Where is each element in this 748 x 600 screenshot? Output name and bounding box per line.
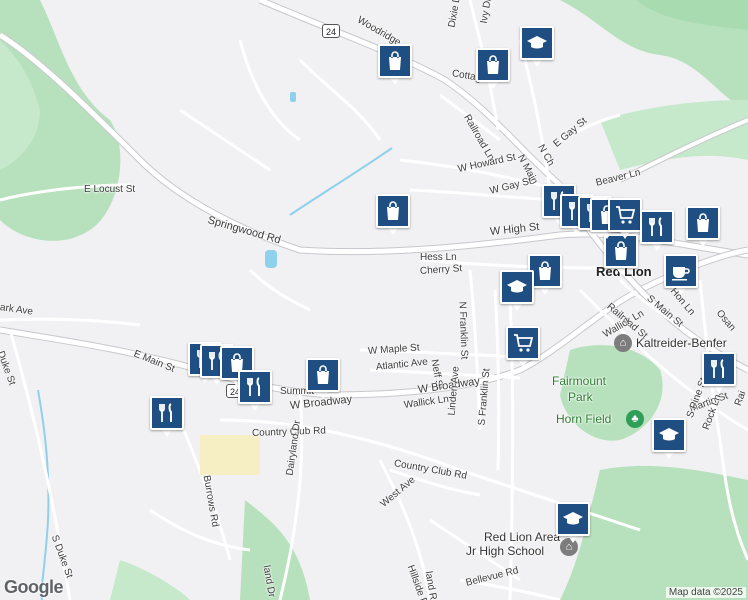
map-marker-coffee[interactable] [664,254,698,296]
place-label-school: Jr High School [466,544,545,558]
map-marker-restaurant[interactable] [702,352,736,394]
school-icon [561,507,585,531]
map-base-layer [0,0,748,600]
shopping-cart-icon [511,331,535,355]
school-icon [505,275,529,299]
map-marker-shopping-cart[interactable] [506,326,540,368]
map-marker-school[interactable] [500,270,534,312]
shopping-bag-icon [311,363,335,387]
shopping-bag-icon [481,53,505,77]
restaurant-icon [243,375,267,399]
street-label: E Locust St [84,184,136,195]
place-label-horn-field[interactable]: Horn Field [556,412,611,426]
place-label-park: Park [568,390,593,404]
map-marker-school[interactable] [556,502,590,544]
landmark-icon: ⌂ [614,334,632,352]
google-logo: Google [4,577,64,597]
school-icon [657,423,681,447]
coffee-icon [669,259,693,283]
map-attribution[interactable]: Map data ©2025 [665,587,746,598]
map-marker-school[interactable] [652,418,686,460]
map-marker-school[interactable] [520,26,554,68]
shopping-bag-icon [691,211,715,235]
map-marker-shopping-bag[interactable] [378,44,412,86]
shopping-bag-icon [609,239,633,263]
map-marker-shopping-bag[interactable] [604,234,638,276]
shopping-bag-icon [381,199,405,223]
restaurant-icon [645,215,669,239]
restaurant-icon [707,357,731,381]
map-canvas[interactable]: 24 24 Woodridge Dixie Dr Ivy Dr Cottage … [0,0,748,600]
map-marker-shopping-bag[interactable] [376,194,410,236]
map-marker-shopping-cart[interactable] [608,198,642,240]
map-marker-restaurant[interactable] [640,210,674,252]
place-label-kaltreider[interactable]: Kaltreider-Benfer [636,336,727,350]
shopping-bag-icon [383,49,407,73]
map-marker-shopping-bag[interactable] [306,358,340,400]
map-marker-shopping-bag[interactable] [476,48,510,90]
park-icon: ♣ [626,410,644,428]
street-label: Hess Ln [420,252,457,263]
school-icon [525,31,549,55]
shopping-cart-icon [613,203,637,227]
route-24-shield: 24 [322,24,340,38]
restaurant-icon [155,401,179,425]
street-label: N Franklin St [456,301,470,360]
map-marker-shopping-bag[interactable] [686,206,720,248]
shopping-bag-icon [533,259,557,283]
map-marker-restaurant[interactable] [238,370,272,412]
map-marker-restaurant[interactable] [150,396,184,438]
place-label-school[interactable]: Red Lion Area [484,530,560,544]
place-label-fairmount[interactable]: Fairmount [552,374,606,388]
